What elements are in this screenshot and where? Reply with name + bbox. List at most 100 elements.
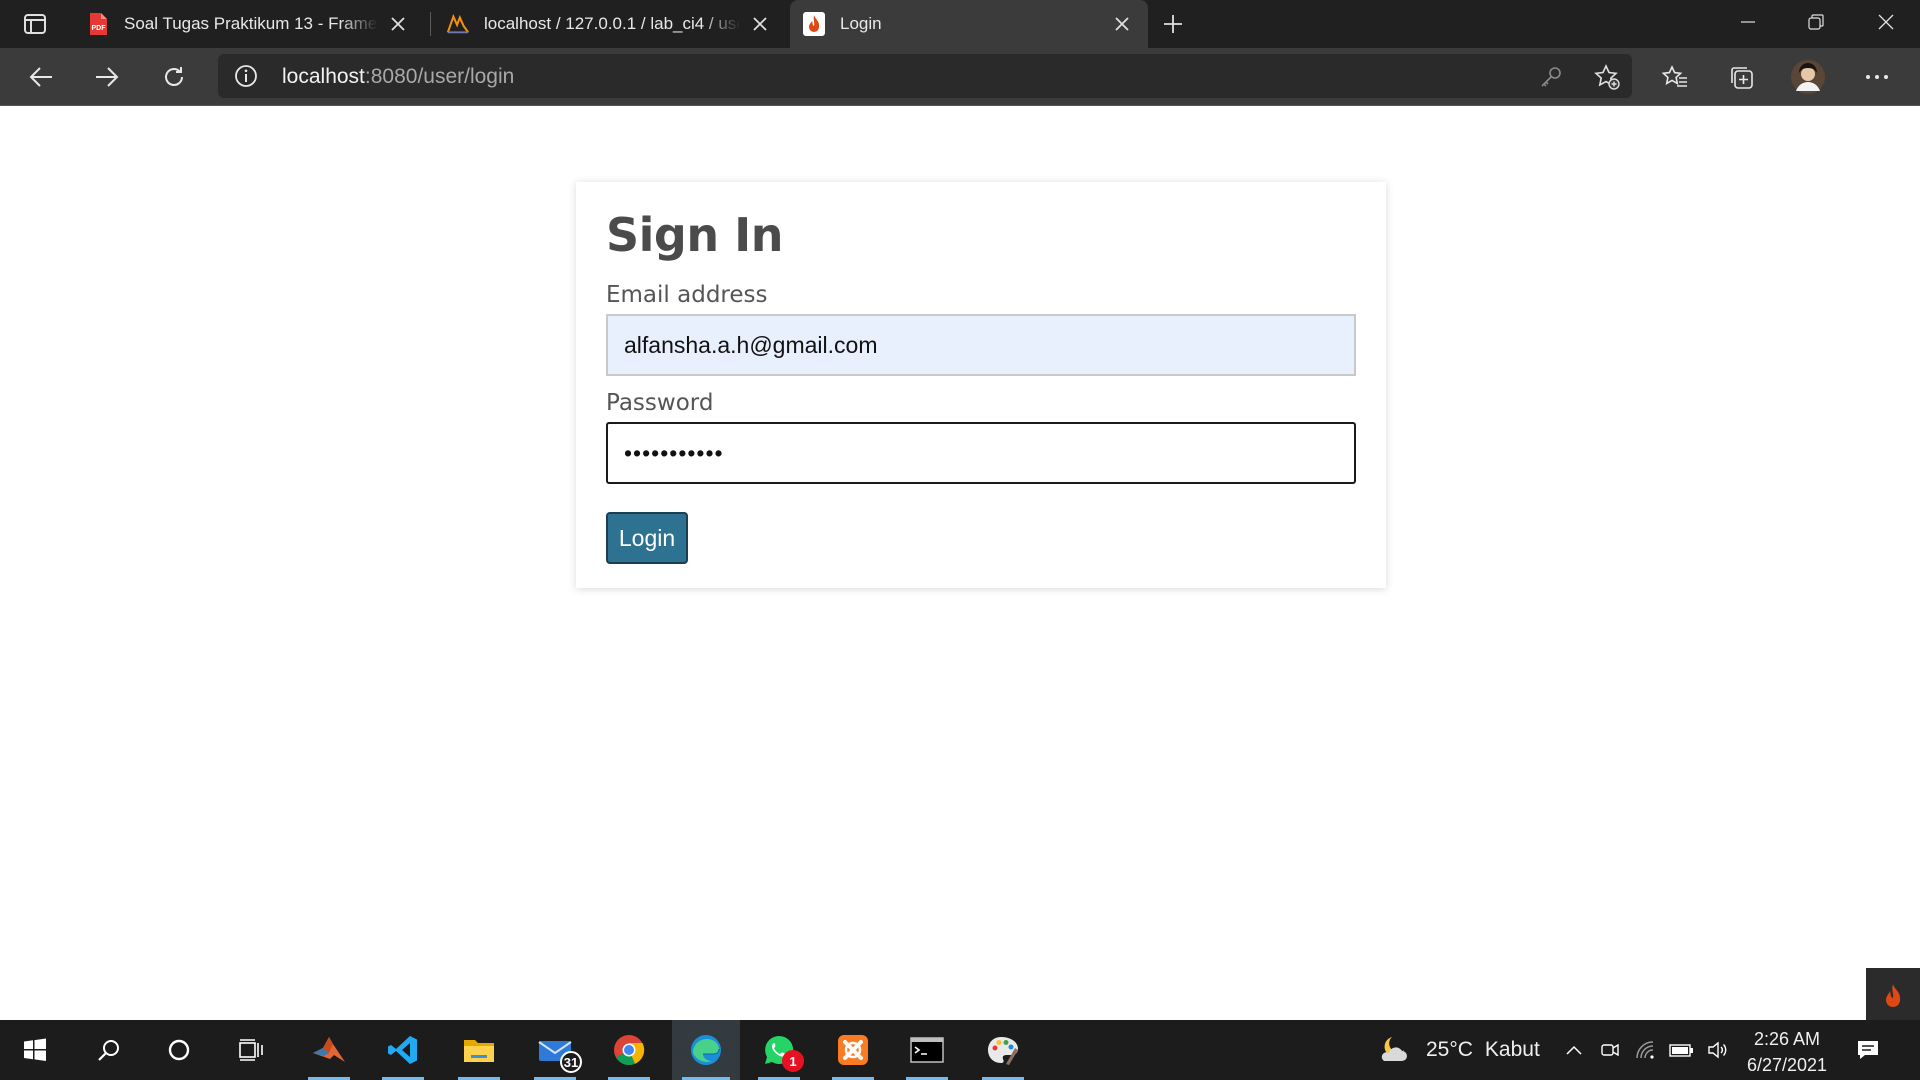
arrow-right-icon (96, 67, 119, 87)
url-text[interactable]: localhost:8080/user/login (282, 65, 514, 89)
whatsapp-badge: 1 (782, 1050, 804, 1072)
collections-button[interactable] (1720, 56, 1762, 98)
close-icon (391, 17, 405, 31)
meet-now-button[interactable] (1596, 1036, 1624, 1064)
minimize-button[interactable] (1714, 0, 1782, 44)
page-viewport: Sign In Email address Password Login (0, 106, 1920, 1026)
matlab-icon (313, 1037, 345, 1062)
forward-button[interactable] (86, 56, 128, 98)
taskbar-xampp[interactable] (822, 1020, 884, 1080)
email-field[interactable] (606, 314, 1356, 376)
info-icon[interactable] (234, 64, 258, 88)
arrow-left-icon (29, 67, 52, 87)
tab-close-button[interactable] (384, 10, 412, 38)
volume-button[interactable] (1704, 1036, 1732, 1064)
url-path: :8080/user/login (364, 65, 515, 88)
add-favorite-icon[interactable] (1594, 64, 1620, 90)
close-icon (753, 17, 767, 31)
refresh-icon (165, 67, 183, 86)
close-window-button[interactable] (1852, 0, 1920, 44)
tab-actions-icon (24, 14, 46, 34)
favorites-button[interactable] (1654, 56, 1696, 98)
tab-login[interactable]: Login (790, 0, 1148, 48)
tab-actions-button[interactable] (14, 12, 56, 36)
system-clock[interactable]: 2:26 AM 6/27/2021 (1736, 1026, 1838, 1078)
chevron-up-icon (1566, 1045, 1582, 1055)
restore-icon (1808, 14, 1824, 30)
battery-button[interactable] (1668, 1036, 1696, 1064)
url-host: localhost (282, 65, 365, 88)
xampp-icon (838, 1035, 868, 1065)
refresh-button[interactable] (153, 56, 195, 98)
wifi-icon (1636, 1041, 1654, 1059)
settings-menu-button[interactable] (1856, 56, 1898, 98)
password-field[interactable] (606, 422, 1356, 484)
page-title: Sign In (606, 208, 783, 262)
browser-tab-strip: PDF Soal Tugas Praktikum 13 - Framework … (0, 0, 1920, 48)
avatar (1791, 60, 1825, 94)
taskbar-vscode[interactable] (372, 1020, 434, 1080)
address-bar[interactable]: localhost:8080/user/login (218, 54, 1632, 98)
debug-toolbar-button[interactable] (1866, 968, 1920, 1026)
taskbar-chrome[interactable] (598, 1020, 660, 1080)
tab-title: Soal Tugas Praktikum 13 - Framework (124, 14, 378, 33)
key-icon[interactable] (1538, 64, 1564, 90)
close-icon (1115, 17, 1129, 31)
restore-button[interactable] (1782, 0, 1850, 44)
login-button[interactable]: Login (606, 512, 688, 564)
pdf-icon: PDF (86, 12, 110, 36)
favorites-icon (1662, 65, 1687, 87)
profile-button[interactable] (1787, 56, 1829, 98)
taskbar-paint[interactable] (972, 1020, 1034, 1080)
vscode-icon (388, 1036, 417, 1064)
login-card: Sign In Email address Password Login (576, 182, 1386, 588)
more-icon (1866, 75, 1888, 79)
tab-pdf[interactable]: PDF Soal Tugas Praktikum 13 - Framework (74, 0, 424, 48)
taskbar-command-prompt[interactable] (896, 1020, 958, 1080)
browser-toolbar: localhost:8080/user/login (0, 48, 1920, 106)
codeigniter-flame-icon (1886, 984, 1901, 1007)
taskbar-matlab[interactable] (298, 1020, 360, 1080)
notification-center-button[interactable] (1854, 1036, 1882, 1064)
battery-icon (1669, 1044, 1693, 1057)
speaker-icon (1708, 1041, 1727, 1059)
password-label: Password (606, 390, 714, 416)
show-hidden-icons-button[interactable] (1560, 1036, 1588, 1064)
taskbar-whatsapp[interactable]: 1 (748, 1020, 810, 1080)
tab-phpmyadmin[interactable]: localhost / 127.0.0.1 / lab_ci4 / user |… (434, 0, 786, 48)
close-icon (1878, 14, 1894, 30)
taskbar-edge[interactable] (672, 1020, 740, 1080)
weather-temperature: 25°C (1426, 1038, 1473, 1061)
tab-close-button[interactable] (1108, 10, 1136, 38)
email-label: Email address (606, 282, 768, 308)
windows-icon (24, 1038, 46, 1061)
taskbar-mail[interactable]: 31 (524, 1020, 586, 1080)
back-button[interactable] (20, 56, 62, 98)
edge-icon (691, 1035, 721, 1065)
start-button[interactable] (4, 1020, 66, 1080)
terminal-icon (910, 1037, 944, 1063)
new-tab-button[interactable] (1156, 8, 1190, 40)
tab-title: localhost / 127.0.0.1 / lab_ci4 / user |… (484, 14, 740, 33)
search-button[interactable] (78, 1020, 140, 1080)
codeigniter-icon (802, 12, 826, 36)
clock-date: 6/27/2021 (1746, 1055, 1828, 1075)
cortana-button[interactable] (148, 1020, 210, 1080)
taskbar-file-explorer[interactable] (448, 1020, 510, 1080)
network-button[interactable] (1632, 1036, 1660, 1064)
mail-badge: 31 (560, 1051, 582, 1073)
tab-title: Login (840, 14, 882, 33)
cortana-icon (168, 1039, 190, 1061)
task-view-button[interactable] (220, 1020, 282, 1080)
collections-icon (1731, 67, 1753, 89)
tab-close-button[interactable] (746, 10, 774, 38)
moon-cloud-icon (1381, 1037, 1407, 1061)
plus-icon (1164, 15, 1182, 33)
clock-time: 2:26 AM (1753, 1029, 1821, 1049)
minimize-icon (1741, 21, 1755, 23)
weather-widget[interactable]: 25°C Kabut (1378, 1020, 1540, 1080)
notification-icon (1858, 1041, 1878, 1059)
phpmyadmin-icon (446, 12, 470, 36)
paint-icon (988, 1037, 1018, 1065)
folder-icon (464, 1040, 494, 1062)
